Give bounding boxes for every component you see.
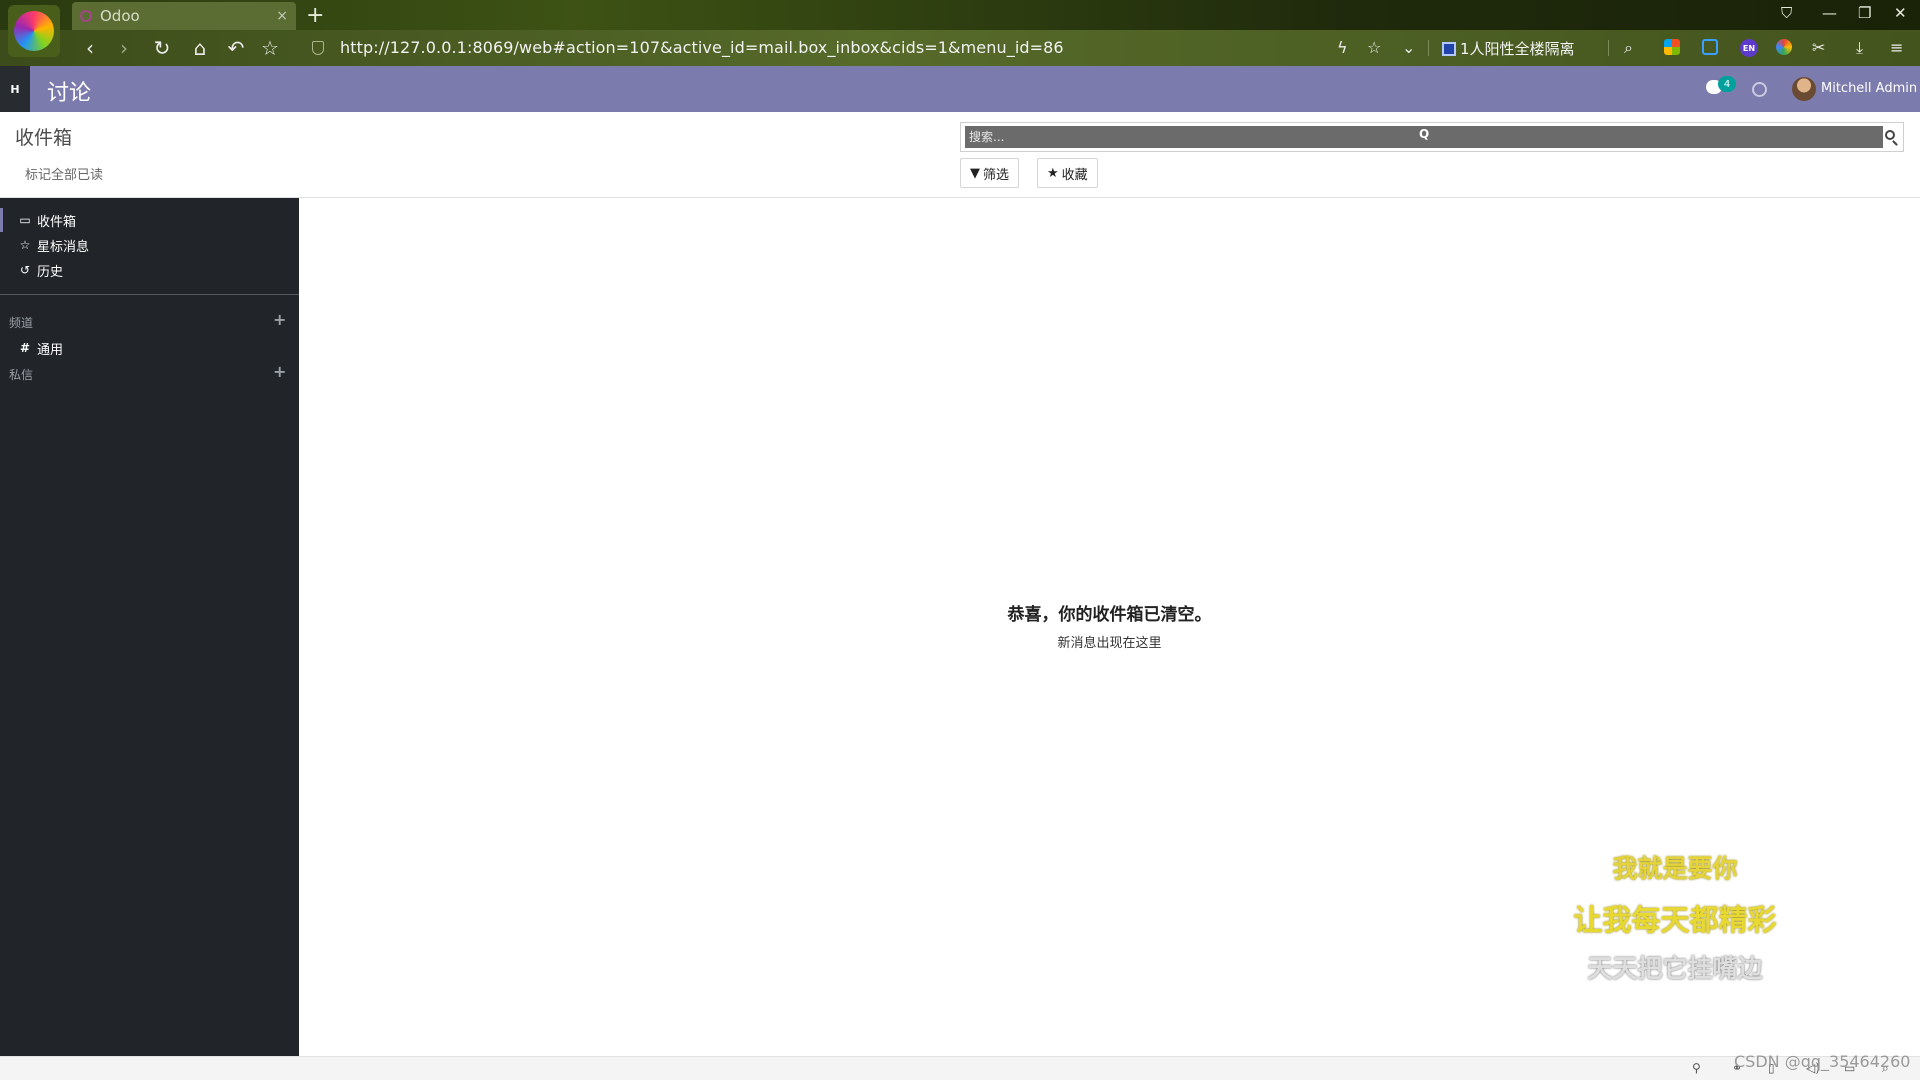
odoo-navbar: H 讨论 4 Mitchell Admin: [0, 66, 1920, 112]
translate-icon[interactable]: EN: [1740, 39, 1758, 57]
user-menu[interactable]: Mitchell Admin: [1821, 81, 1917, 96]
sidebar-item-label: 通用: [37, 342, 64, 358]
apps-grid-icon[interactable]: [1664, 39, 1680, 55]
filter-label: 筛选: [983, 167, 1010, 183]
sidebar-item-inbox[interactable]: ▭ 收件箱: [0, 208, 299, 232]
minimize-icon[interactable]: —: [1822, 4, 1837, 22]
home-icon[interactable]: ⌂: [186, 36, 214, 60]
add-direct-message-button[interactable]: +: [273, 362, 286, 381]
search-box: Q: [960, 122, 1904, 152]
avatar[interactable]: [1792, 77, 1816, 101]
activity-clock-icon[interactable]: [1752, 82, 1767, 97]
favorites-button[interactable]: ★ 收藏: [1037, 158, 1098, 188]
filter-icon: ▼: [970, 165, 980, 181]
lightning-icon[interactable]: ϟ: [1337, 38, 1348, 57]
rocket-icon[interactable]: ⚲: [1692, 1061, 1701, 1075]
news-icon: [1442, 41, 1456, 56]
empty-inbox-subtitle: 新消息出现在这里: [1057, 636, 1162, 651]
empty-inbox-title: 恭喜，你的收件箱已清空。: [1007, 605, 1212, 625]
skin-icon[interactable]: ⛉: [1781, 4, 1792, 22]
star-icon: ★: [1047, 165, 1059, 181]
sidebar-item-general[interactable]: # 通用: [0, 336, 299, 360]
address-bar: ‹ › ↻ ⌂ ↶ ☆ http://127.0.0.1:8069/web#ac…: [0, 30, 1920, 66]
watermark: CSDN @qq_35464260: [1734, 1052, 1911, 1071]
news-ticker[interactable]: 1人阳性全楼隔离: [1442, 38, 1575, 59]
browser-status-bar: ⚲ ⚭ ▯ ◁) ▭ ⌕: [0, 1056, 1920, 1080]
bookmark-star-icon[interactable]: ☆: [256, 36, 284, 60]
reload-icon[interactable]: ↻: [148, 36, 176, 60]
undo-icon[interactable]: ↶: [222, 36, 250, 60]
inbox-icon: ▭: [19, 213, 31, 227]
search-input[interactable]: [965, 126, 1883, 148]
sidebar-item-history[interactable]: ↺ 历史: [0, 258, 299, 282]
browser-tab-bar: Odoo × + ⛉ — ❐ ✕: [0, 0, 1920, 30]
channels-header[interactable]: 频道: [9, 314, 33, 331]
control-panel: 收件箱 标记全部已读 Q ▼ 筛选 ★ 收藏: [0, 112, 1920, 198]
sidebar-item-label: 历史: [37, 264, 64, 280]
app-title[interactable]: 讨论: [47, 75, 91, 107]
sidebar-item-label: 星标消息: [37, 239, 90, 255]
news-ticker-text: 1人阳性全楼隔离: [1460, 40, 1575, 58]
discuss-sidebar: ▭ 收件箱 ☆ 星标消息 ↺ 历史 频道 + # 通用 私信 +: [0, 198, 299, 1056]
browser-logo-icon[interactable]: [8, 5, 60, 57]
search-icon[interactable]: ⌕: [1624, 38, 1633, 58]
dropdown-chevron-icon[interactable]: ⌄: [1402, 38, 1415, 57]
chat-count-badge[interactable]: 4: [1718, 76, 1736, 92]
add-channel-button[interactable]: +: [273, 310, 286, 329]
sidebar-divider: [0, 294, 299, 295]
filter-button[interactable]: ▼ 筛选: [960, 158, 1020, 188]
tab-title: Odoo: [100, 7, 140, 25]
odoo-favicon-icon: [80, 10, 92, 22]
screenshot-icon[interactable]: [1702, 39, 1718, 55]
overlay-text-line: 我就是要你: [1612, 854, 1738, 883]
overlay-text-line: 天天把它挂嘴边: [1587, 954, 1763, 983]
close-window-icon[interactable]: ✕: [1894, 4, 1907, 22]
menu-icon[interactable]: ≡: [1890, 38, 1903, 57]
scissors-icon[interactable]: ✂: [1812, 38, 1825, 57]
download-icon[interactable]: ⤓: [1856, 38, 1863, 58]
sidebar-item-label: 收件箱: [37, 214, 77, 230]
hashtag-icon: #: [19, 341, 31, 355]
mark-all-read-button[interactable]: 标记全部已读: [25, 164, 103, 183]
browser-tab[interactable]: Odoo ×: [72, 2, 296, 30]
star-icon: ☆: [19, 238, 31, 252]
direct-messages-header[interactable]: 私信: [9, 366, 33, 383]
history-icon: ↺: [19, 263, 31, 277]
back-icon[interactable]: ‹: [76, 36, 104, 60]
tab-close-icon[interactable]: ×: [276, 8, 288, 24]
overlay-text-line: 让我每天都精彩: [1573, 903, 1777, 937]
apps-menu-button[interactable]: H: [0, 66, 30, 112]
new-tab-button[interactable]: +: [306, 3, 324, 28]
url-field[interactable]: http://127.0.0.1:8069/web#action=107&act…: [340, 38, 1064, 57]
search-icon[interactable]: [1883, 129, 1899, 146]
favorites-label: 收藏: [1061, 167, 1088, 183]
breadcrumb: 收件箱: [15, 127, 73, 149]
restore-icon[interactable]: ❐: [1858, 4, 1871, 22]
security-shield-icon[interactable]: [312, 41, 324, 55]
extension-icon[interactable]: [1776, 39, 1792, 55]
favorite-star-icon[interactable]: ☆: [1367, 38, 1381, 57]
sidebar-item-starred[interactable]: ☆ 星标消息: [0, 233, 299, 257]
forward-icon[interactable]: ›: [110, 36, 138, 60]
